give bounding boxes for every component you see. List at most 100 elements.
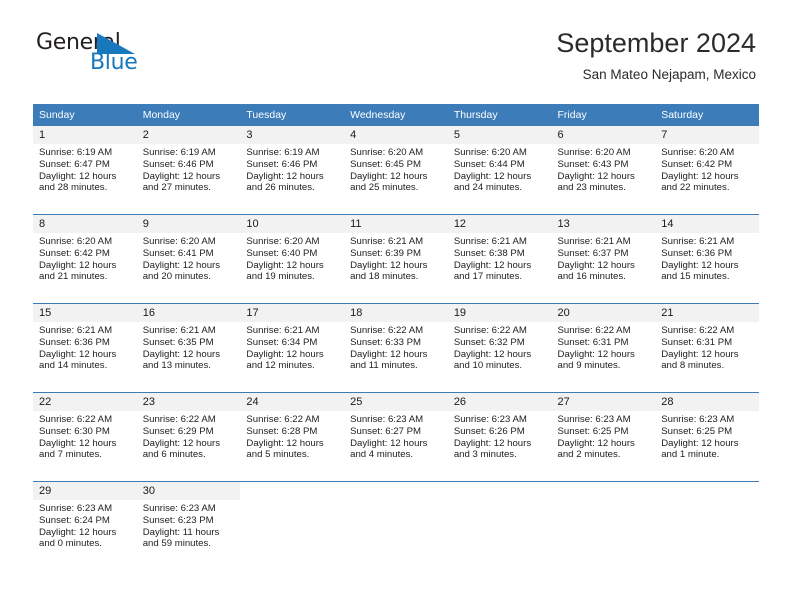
sunset-text: Sunset: 6:26 PM <box>453 425 525 437</box>
day-info: Sunrise: 6:22 AM Sunset: 6:31 PM Dayligh… <box>552 322 656 372</box>
day-number: 16 <box>136 304 241 322</box>
calendar-day-cell[interactable]: 9 Sunrise: 6:20 AM Sunset: 6:41 PM Dayli… <box>136 215 241 292</box>
daylight-text-line2: and 27 minutes. <box>142 182 211 194</box>
sunrise-text: Sunrise: 6:22 AM <box>557 325 631 336</box>
calendar-day-cell[interactable]: 20 Sunrise: 6:22 AM Sunset: 6:31 PM Dayl… <box>551 304 656 381</box>
day-number: 17 <box>240 304 345 322</box>
sunrise-text: Sunrise: 6:22 AM <box>246 414 320 425</box>
calendar-day-cell[interactable]: 5 Sunrise: 6:20 AM Sunset: 6:44 PM Dayli… <box>447 126 552 202</box>
sunset-text: Sunset: 6:44 PM <box>453 158 525 170</box>
sunrise-text: Sunrise: 6:23 AM <box>39 503 113 514</box>
sunset-text: Sunset: 6:38 PM <box>453 247 525 259</box>
calendar-day-cell[interactable]: 14 Sunrise: 6:21 AM Sunset: 6:36 PM Dayl… <box>655 215 759 292</box>
calendar-day-cell[interactable]: 10 Sunrise: 6:20 AM Sunset: 6:40 PM Dayl… <box>240 215 345 292</box>
calendar-day-cell[interactable]: 17 Sunrise: 6:21 AM Sunset: 6:34 PM Dayl… <box>240 304 345 381</box>
daylight-text-line2: and 9 minutes. <box>557 360 621 372</box>
sunrise-text: Sunrise: 6:21 AM <box>142 325 216 336</box>
general-blue-logo[interactable]: General Blue <box>36 30 216 82</box>
calendar-day-cell[interactable]: 2 Sunrise: 6:19 AM Sunset: 6:46 PM Dayli… <box>136 126 241 202</box>
calendar-day-cell[interactable]: 6 Sunrise: 6:20 AM Sunset: 6:43 PM Dayli… <box>551 126 656 202</box>
day-number: 12 <box>447 215 552 233</box>
sunset-text: Sunset: 6:29 PM <box>142 425 214 437</box>
calendar-day-cell-empty <box>344 482 448 559</box>
sunrise-text: Sunrise: 6:19 AM <box>39 147 113 158</box>
day-info: Sunrise: 6:22 AM Sunset: 6:32 PM Dayligh… <box>448 322 552 372</box>
day-info: Sunrise: 6:20 AM Sunset: 6:43 PM Dayligh… <box>552 144 656 194</box>
calendar-day-cell-empty <box>448 482 552 559</box>
day-info: Sunrise: 6:21 AM Sunset: 6:38 PM Dayligh… <box>448 233 552 283</box>
calendar-day-cell[interactable]: 11 Sunrise: 6:21 AM Sunset: 6:39 PM Dayl… <box>344 215 448 292</box>
calendar-week-row: 8 Sunrise: 6:20 AM Sunset: 6:42 PM Dayli… <box>33 215 759 292</box>
logo-text-blue: Blue <box>90 50 138 75</box>
day-number: 10 <box>240 215 345 233</box>
calendar-day-cell[interactable]: 15 Sunrise: 6:21 AM Sunset: 6:36 PM Dayl… <box>33 304 137 381</box>
daylight-text-line2: and 0 minutes. <box>39 538 102 550</box>
day-number: 3 <box>240 126 345 144</box>
calendar-day-cell[interactable]: 30 Sunrise: 6:23 AM Sunset: 6:23 PM Dayl… <box>136 482 241 559</box>
calendar-day-cell[interactable]: 22 Sunrise: 6:22 AM Sunset: 6:30 PM Dayl… <box>33 393 137 470</box>
calendar-day-cell[interactable]: 3 Sunrise: 6:19 AM Sunset: 6:46 PM Dayli… <box>240 126 345 202</box>
daylight-text-line2: and 20 minutes. <box>142 271 211 283</box>
title-block: September 2024 San Mateo Nejapam, Mexico <box>556 26 756 84</box>
sunrise-text: Sunrise: 6:23 AM <box>661 414 735 425</box>
calendar-day-cell[interactable]: 13 Sunrise: 6:21 AM Sunset: 6:37 PM Dayl… <box>551 215 656 292</box>
day-number: 2 <box>136 126 241 144</box>
day-number: 22 <box>33 393 137 411</box>
day-number: 1 <box>33 126 137 144</box>
sunrise-text: Sunrise: 6:22 AM <box>142 414 216 425</box>
sunset-text: Sunset: 6:36 PM <box>39 336 110 348</box>
calendar-day-cell[interactable]: 25 Sunrise: 6:23 AM Sunset: 6:27 PM Dayl… <box>344 393 448 470</box>
weekday-header-thursday: Thursday <box>447 104 552 126</box>
daylight-text-line1: Daylight: 12 hours <box>142 170 221 182</box>
calendar-body: 1 Sunrise: 6:19 AM Sunset: 6:47 PM Dayli… <box>33 126 759 558</box>
calendar-day-cell[interactable]: 29 Sunrise: 6:23 AM Sunset: 6:24 PM Dayl… <box>33 482 137 559</box>
calendar-week-row: 22 Sunrise: 6:22 AM Sunset: 6:30 PM Dayl… <box>33 393 759 470</box>
sunrise-text: Sunrise: 6:21 AM <box>39 325 113 336</box>
day-info: Sunrise: 6:23 AM Sunset: 6:23 PM Dayligh… <box>137 500 241 550</box>
calendar-week-row: 1 Sunrise: 6:19 AM Sunset: 6:47 PM Dayli… <box>33 126 759 202</box>
day-info: Sunrise: 6:21 AM Sunset: 6:36 PM Dayligh… <box>33 322 137 372</box>
calendar-day-cell[interactable]: 21 Sunrise: 6:22 AM Sunset: 6:31 PM Dayl… <box>655 304 759 381</box>
sunset-text: Sunset: 6:36 PM <box>661 247 733 259</box>
calendar-day-cell[interactable]: 16 Sunrise: 6:21 AM Sunset: 6:35 PM Dayl… <box>136 304 241 381</box>
sunrise-text: Sunrise: 6:20 AM <box>557 147 631 158</box>
calendar-week-row: 15 Sunrise: 6:21 AM Sunset: 6:36 PM Dayl… <box>33 304 759 381</box>
sunset-text: Sunset: 6:35 PM <box>142 336 214 348</box>
calendar-day-cell[interactable]: 12 Sunrise: 6:21 AM Sunset: 6:38 PM Dayl… <box>447 215 552 292</box>
calendar-day-cell[interactable]: 24 Sunrise: 6:22 AM Sunset: 6:28 PM Dayl… <box>240 393 345 470</box>
daylight-text-line2: and 19 minutes. <box>246 271 315 283</box>
calendar-header-row: Sunday Monday Tuesday Wednesday Thursday… <box>33 104 759 126</box>
daylight-text-line1: Daylight: 12 hours <box>142 259 221 271</box>
day-number <box>655 482 759 500</box>
sunrise-text: Sunrise: 6:20 AM <box>453 147 527 158</box>
daylight-text-line2: and 4 minutes. <box>350 449 414 461</box>
calendar-day-cell[interactable]: 27 Sunrise: 6:23 AM Sunset: 6:25 PM Dayl… <box>551 393 656 470</box>
calendar-day-cell[interactable]: 7 Sunrise: 6:20 AM Sunset: 6:42 PM Dayli… <box>655 126 759 202</box>
daylight-text-line1: Daylight: 12 hours <box>39 526 117 538</box>
calendar-day-cell[interactable]: 8 Sunrise: 6:20 AM Sunset: 6:42 PM Dayli… <box>33 215 137 292</box>
day-info: Sunrise: 6:21 AM Sunset: 6:37 PM Dayligh… <box>552 233 656 283</box>
daylight-text-line1: Daylight: 12 hours <box>661 170 739 182</box>
daylight-text-line2: and 25 minutes. <box>350 182 419 194</box>
calendar-day-cell[interactable]: 23 Sunrise: 6:22 AM Sunset: 6:29 PM Dayl… <box>136 393 241 470</box>
calendar-day-cell[interactable]: 4 Sunrise: 6:20 AM Sunset: 6:45 PM Dayli… <box>344 126 448 202</box>
calendar-day-cell[interactable]: 26 Sunrise: 6:23 AM Sunset: 6:26 PM Dayl… <box>447 393 552 470</box>
sunrise-text: Sunrise: 6:23 AM <box>350 414 424 425</box>
day-info: Sunrise: 6:20 AM Sunset: 6:40 PM Dayligh… <box>240 233 344 283</box>
calendar-day-cell[interactable]: 1 Sunrise: 6:19 AM Sunset: 6:47 PM Dayli… <box>33 126 137 202</box>
daylight-text-line2: and 16 minutes. <box>557 271 626 283</box>
weekday-header-sunday: Sunday <box>33 104 137 126</box>
calendar-day-cell[interactable]: 19 Sunrise: 6:22 AM Sunset: 6:32 PM Dayl… <box>447 304 552 381</box>
sunrise-text: Sunrise: 6:21 AM <box>661 236 735 247</box>
daylight-text-line1: Daylight: 12 hours <box>39 259 117 271</box>
sunset-text: Sunset: 6:30 PM <box>39 425 110 437</box>
daylight-text-line2: and 11 minutes. <box>350 360 418 372</box>
sunset-text: Sunset: 6:28 PM <box>246 425 318 437</box>
day-number: 25 <box>344 393 448 411</box>
calendar-day-cell[interactable]: 18 Sunrise: 6:22 AM Sunset: 6:33 PM Dayl… <box>344 304 448 381</box>
daylight-text-line1: Daylight: 12 hours <box>350 437 428 449</box>
daylight-text-line1: Daylight: 12 hours <box>350 259 428 271</box>
calendar-day-cell[interactable]: 28 Sunrise: 6:23 AM Sunset: 6:25 PM Dayl… <box>655 393 759 470</box>
day-info: Sunrise: 6:22 AM Sunset: 6:28 PM Dayligh… <box>240 411 344 461</box>
daylight-text-line2: and 21 minutes. <box>39 271 108 283</box>
